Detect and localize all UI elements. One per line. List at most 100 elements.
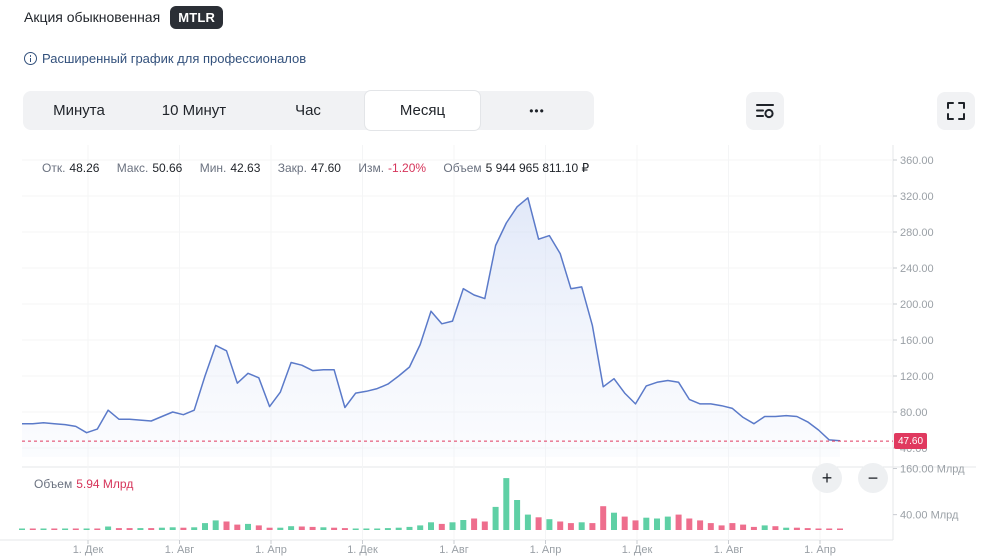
volume-bar	[460, 520, 467, 530]
info-icon	[24, 52, 37, 65]
ticker-badge: MTLR	[170, 5, 224, 29]
volume-bar	[406, 526, 413, 530]
volume-bar	[40, 528, 47, 530]
volume-bar	[524, 514, 531, 530]
volume-bar	[363, 528, 370, 530]
low-value: 42.63	[230, 161, 261, 175]
volume-bar	[449, 522, 456, 530]
volume-bar	[72, 528, 79, 530]
volume-bar	[535, 517, 542, 530]
volume-bar	[19, 528, 25, 530]
volume-bar	[567, 523, 574, 530]
volume-bar	[180, 527, 187, 530]
volume-bar	[600, 506, 607, 530]
pro-chart-link-text: Расширенный график для профессионалов	[42, 51, 307, 66]
volume-bar	[729, 523, 736, 530]
close-value: 47.60	[310, 161, 341, 175]
volume-bar	[492, 506, 499, 530]
price-tick-label: 280.00	[900, 227, 934, 239]
volume-bar	[514, 500, 521, 530]
volume-bar	[578, 522, 585, 530]
time-tick-label: 1. Дек	[622, 544, 653, 556]
volume-bar	[331, 527, 338, 530]
volume-tick-label: 160.00 Млрд	[900, 464, 965, 476]
volume-bar	[546, 519, 553, 530]
volume-bar	[298, 526, 305, 530]
tab-hour[interactable]: Час	[253, 91, 363, 130]
volume-bar	[837, 528, 843, 530]
volume-bar	[115, 528, 122, 530]
volume-bar	[481, 521, 488, 530]
pro-chart-link[interactable]: Расширенный график для профессионалов	[24, 51, 306, 66]
volume-bar	[654, 518, 660, 530]
open-value: 48.26	[69, 161, 100, 175]
time-tick-label: 1. Апр	[804, 544, 836, 556]
volume-bar	[202, 523, 208, 530]
last-price-tag: 47.60	[894, 433, 927, 450]
volume-bar	[643, 517, 650, 530]
time-tick-label: 1. Дек	[347, 544, 378, 556]
volume-bar	[374, 528, 381, 530]
zoom-out-button[interactable]: −	[858, 463, 888, 493]
volume-bar	[320, 527, 327, 530]
interval-tabs: Минута 10 Минут Час Месяц •••	[23, 90, 594, 131]
volume-panel-title: Объем	[34, 477, 73, 491]
chart-canvas[interactable]: 360.00 320.00 280.00 240.00 200.00 160.00 120.…	[0, 145, 990, 559]
zoom-in-button[interactable]: +	[812, 463, 842, 493]
change-value: -1.20%	[388, 161, 427, 175]
volume-bar	[772, 526, 779, 530]
tab-10-minutes[interactable]: 10 Минут	[137, 91, 251, 130]
volume-bar	[234, 524, 241, 530]
volume-bar	[158, 527, 165, 530]
volume-bar	[611, 512, 617, 530]
time-tick-label: 1. Авг	[165, 544, 194, 556]
volume-bar	[94, 528, 101, 530]
volume-bar	[309, 526, 316, 530]
volume-bar	[438, 523, 445, 530]
volume-bar	[29, 528, 36, 530]
price-area-fill	[22, 197, 840, 458]
fullscreen-icon	[947, 102, 965, 120]
volume-value: 5 944 965 811.10 ₽	[485, 161, 590, 175]
time-tick-label: 1. Авг	[714, 544, 743, 556]
volume-bar	[718, 525, 725, 530]
volume-bar	[288, 526, 295, 530]
volume-bar	[417, 525, 424, 530]
tab-more[interactable]: •••	[481, 91, 593, 130]
open-label: Отк.	[42, 161, 66, 175]
time-tick-label: 1. Дек	[73, 544, 104, 556]
tab-month[interactable]: Месяц	[364, 90, 481, 131]
volume-bar	[126, 528, 133, 530]
volume-bar	[341, 528, 348, 530]
volume-bar	[105, 526, 112, 530]
security-header: Акция обыкновенная MTLR	[24, 5, 224, 29]
tab-minute[interactable]: Минута	[23, 91, 135, 130]
volume-bar	[557, 521, 564, 530]
fullscreen-button[interactable]	[937, 92, 975, 130]
volume-bar	[255, 525, 262, 530]
price-tick-label: 320.00	[900, 191, 934, 203]
volume-bar	[503, 478, 510, 530]
indicators-button[interactable]	[746, 92, 784, 130]
volume-bar	[148, 528, 155, 530]
volume-bar	[589, 523, 596, 530]
volume-bar	[783, 527, 790, 530]
volume-bar	[686, 518, 693, 530]
volume-bar	[675, 514, 682, 530]
volume-bar	[245, 523, 251, 530]
time-tick-label: 1. Апр	[530, 544, 562, 556]
volume-bar	[471, 518, 478, 530]
price-tick-label: 200.00	[900, 299, 934, 311]
volume-bar	[826, 528, 833, 530]
volume-bar	[750, 526, 757, 530]
indicators-icon	[756, 104, 774, 119]
volume-bar	[51, 528, 58, 530]
volume-bar	[62, 528, 69, 530]
volume-bar	[761, 525, 768, 530]
volume-bar	[621, 516, 628, 530]
volume-bar	[740, 524, 747, 530]
volume-bar	[137, 528, 144, 530]
volume-bar	[384, 528, 391, 530]
volume-bar	[83, 528, 90, 530]
price-chart[interactable]: 360.00 320.00 280.00 240.00 200.00 160.00 120.…	[0, 145, 990, 559]
